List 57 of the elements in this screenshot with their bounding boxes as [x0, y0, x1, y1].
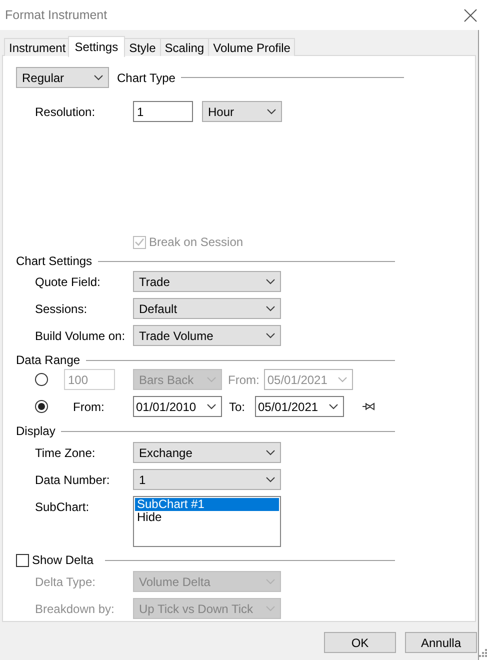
field-label: Time Zone:	[35, 446, 96, 460]
list-item[interactable]: Hide	[135, 511, 279, 524]
date-picker[interactable]: 05/01/2021	[255, 396, 344, 417]
tab[interactable]: Settings	[68, 36, 126, 57]
window-title: Format Instrument	[5, 8, 108, 22]
field-label: Breakdown by:	[35, 602, 116, 616]
checkbox[interactable]	[16, 554, 29, 566]
section-heading: Data Range	[16, 353, 80, 367]
dialog-button[interactable]: OK	[324, 632, 396, 653]
dropdown[interactable]: Regular	[16, 67, 109, 88]
caret-icon	[338, 376, 348, 382]
caret-icon	[207, 376, 216, 382]
dropdown[interactable]: Default	[133, 298, 281, 319]
caret-icon	[267, 108, 276, 114]
close-icon[interactable]	[464, 8, 477, 22]
tab[interactable]: Instrument	[4, 38, 71, 56]
list-item[interactable]: SubChart #1	[135, 498, 279, 511]
field-label: Data Number:	[35, 472, 111, 486]
dropdown[interactable]: 1	[133, 469, 281, 490]
caret-icon	[266, 306, 275, 312]
caret-icon	[266, 450, 275, 456]
caret-icon	[266, 278, 275, 284]
tab[interactable]: Style	[124, 38, 161, 56]
dropdown[interactable]: Hour	[202, 101, 282, 122]
list-box[interactable]: SubChart #1 Hide	[133, 496, 281, 547]
caret-icon	[94, 74, 103, 80]
field-label: Build Volume on:	[35, 328, 126, 342]
dropdown[interactable]: Exchange	[133, 442, 281, 463]
checkbox-label: Show Delta	[32, 553, 94, 567]
input-field[interactable]: 1	[133, 101, 193, 122]
caret-icon	[266, 578, 275, 584]
caret-icon	[266, 332, 275, 338]
tab[interactable]: Scaling	[160, 38, 210, 56]
field-label: Quote Field:	[35, 274, 102, 288]
field-label: From:	[228, 372, 260, 386]
field-label: To:	[229, 400, 246, 414]
section-heading: Chart Settings	[16, 254, 92, 268]
caret-icon	[266, 606, 275, 612]
field-label: Resolution:	[35, 104, 96, 118]
field-label: SubChart:	[35, 500, 90, 514]
date-picker[interactable]: 01/01/2010	[133, 396, 222, 417]
field-label: Delta Type:	[35, 574, 96, 588]
pin-icon[interactable]	[362, 402, 375, 411]
tab[interactable]: Volume Profile	[208, 38, 296, 56]
dialog-button[interactable]: Annulla	[405, 632, 477, 653]
section-heading: Chart Type	[117, 70, 176, 84]
dropdown[interactable]: Trade Volume	[133, 325, 281, 346]
resize-grip-icon[interactable]	[479, 649, 487, 657]
checkbox-label: Break on Session	[149, 235, 244, 249]
section-heading: Display	[16, 424, 56, 438]
dropdown[interactable]: Trade	[133, 271, 281, 292]
field-label: Sessions:	[35, 302, 88, 316]
field-label: From:	[73, 400, 106, 414]
caret-icon	[207, 404, 216, 410]
caret-icon	[266, 476, 275, 482]
radio-button[interactable]	[35, 400, 48, 413]
caret-icon	[329, 404, 338, 410]
